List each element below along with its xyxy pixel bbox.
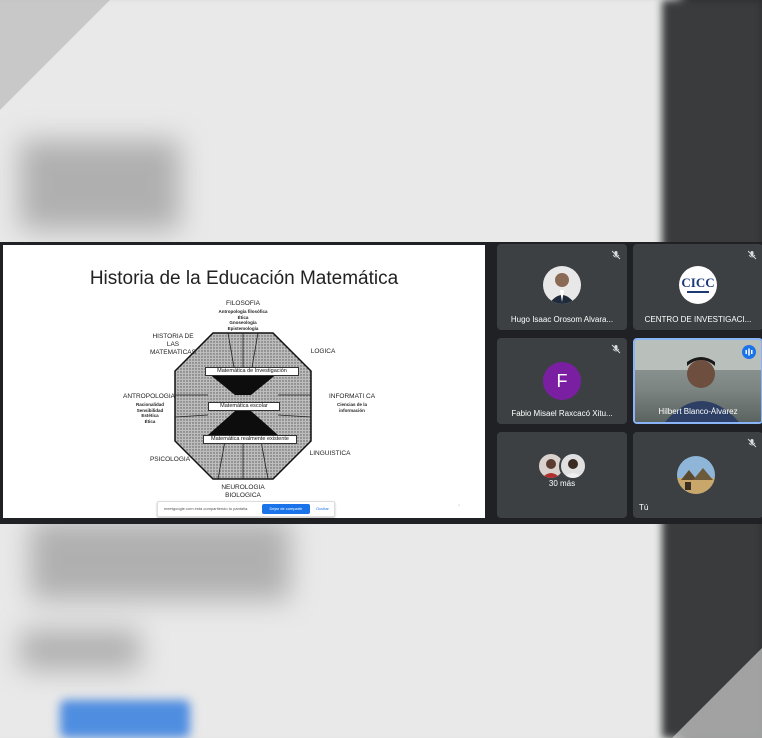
self-avatar xyxy=(677,456,715,494)
band-realmente-existente: Matemática realmente existente xyxy=(203,435,297,444)
sub-filosofia: Antropología filosófica Ética Gnoseologí… xyxy=(208,309,278,331)
sub-informatica: Ciencias de la información xyxy=(329,402,375,413)
mic-off-icon xyxy=(611,250,621,260)
label-line: MATEMATICAS xyxy=(150,349,196,356)
sub-item: Epistemología xyxy=(227,325,259,331)
sub-antropologia: Racionalidad Sensibilidad Estética Ética xyxy=(128,402,172,424)
participant-tile[interactable]: F Fabio Misael Raxcacó Xitu... xyxy=(497,338,627,424)
more-count: 30 más xyxy=(548,479,576,488)
more-participants-tile[interactable]: 30 más xyxy=(497,432,627,518)
label-line: HISTORIA DE xyxy=(152,333,194,340)
self-tile[interactable]: Tú xyxy=(633,432,762,518)
label-line: LAS xyxy=(166,341,180,348)
logo-text: CICC xyxy=(681,275,715,290)
meeting-view: Historia de la Educación Matemática Mate… xyxy=(0,242,762,524)
mic-off-icon xyxy=(747,250,757,260)
shared-screen: Historia de la Educación Matemática Mate… xyxy=(3,245,485,518)
slide-dot-icon: ◦ xyxy=(458,503,461,509)
participant-name: Hilbert Blanco-Álvarez xyxy=(658,407,738,416)
band-investigacion: Matemática de Investigación xyxy=(205,367,299,376)
participant-tile[interactable]: Hugo Isaac Orosom Alvara... xyxy=(497,244,627,330)
label-biologica: BIOLOGICA xyxy=(225,492,261,499)
logo-rule xyxy=(687,291,709,293)
participant-name: Hugo Isaac Orosom Alvara... xyxy=(510,315,614,324)
label-logica: LOGICA xyxy=(310,348,336,355)
avatar-photo xyxy=(543,266,581,304)
label-filosofia: FILOSOFIA xyxy=(226,300,260,307)
screen-share-bar: meetgoogle.com está compartiendo tu pant… xyxy=(157,501,335,517)
label-informatica: INFORMATI CA xyxy=(328,393,376,400)
participant-tile-speaking[interactable]: Hilbert Blanco-Álvarez xyxy=(633,338,762,424)
label-linguistica: LINGUISTICA xyxy=(309,450,351,457)
sub-item: Ética xyxy=(144,418,156,424)
participant-tile[interactable]: CICC CENTRO DE INVESTIGACI... xyxy=(633,244,762,330)
cicc-logo: CICC xyxy=(679,266,717,304)
blurred-shape xyxy=(20,140,180,230)
mic-off-icon xyxy=(611,344,621,354)
stop-sharing-button[interactable]: Dejar de compartir xyxy=(262,504,310,514)
label-neurologia: NEUROLOGIA xyxy=(221,484,265,491)
blurred-shape xyxy=(30,520,290,600)
avatar-initial: F xyxy=(543,362,581,400)
hide-button[interactable]: Ocultar xyxy=(316,506,329,511)
avatar-small xyxy=(559,452,587,480)
label-historia: HISTORIA DE LAS MATEMATICAS xyxy=(148,333,198,357)
blurred-button xyxy=(60,700,190,738)
corner-decoration xyxy=(0,0,110,110)
blurred-shape xyxy=(20,630,140,670)
mic-off-icon xyxy=(747,438,757,448)
avatar-initial-letter: F xyxy=(556,371,568,391)
participant-name: Tú xyxy=(639,503,649,512)
share-message: meetgoogle.com está compartiendo tu pant… xyxy=(164,506,249,511)
band-escolar: Matemática escolar xyxy=(208,402,280,411)
octagon-diagram xyxy=(174,332,312,480)
participant-name: CENTRO DE INVESTIGACI... xyxy=(644,315,752,324)
sub-item: información xyxy=(339,407,365,413)
speaking-indicator-icon xyxy=(742,345,756,359)
corner-decoration xyxy=(672,648,762,738)
label-psicologia: PSICOLOGIA xyxy=(149,456,191,463)
sub-item: Antropología filosófica xyxy=(218,309,268,314)
label-antropologia: ANTROPOLOGIA xyxy=(122,393,175,400)
participant-name: Fabio Misael Raxcacó Xitu... xyxy=(511,409,613,418)
